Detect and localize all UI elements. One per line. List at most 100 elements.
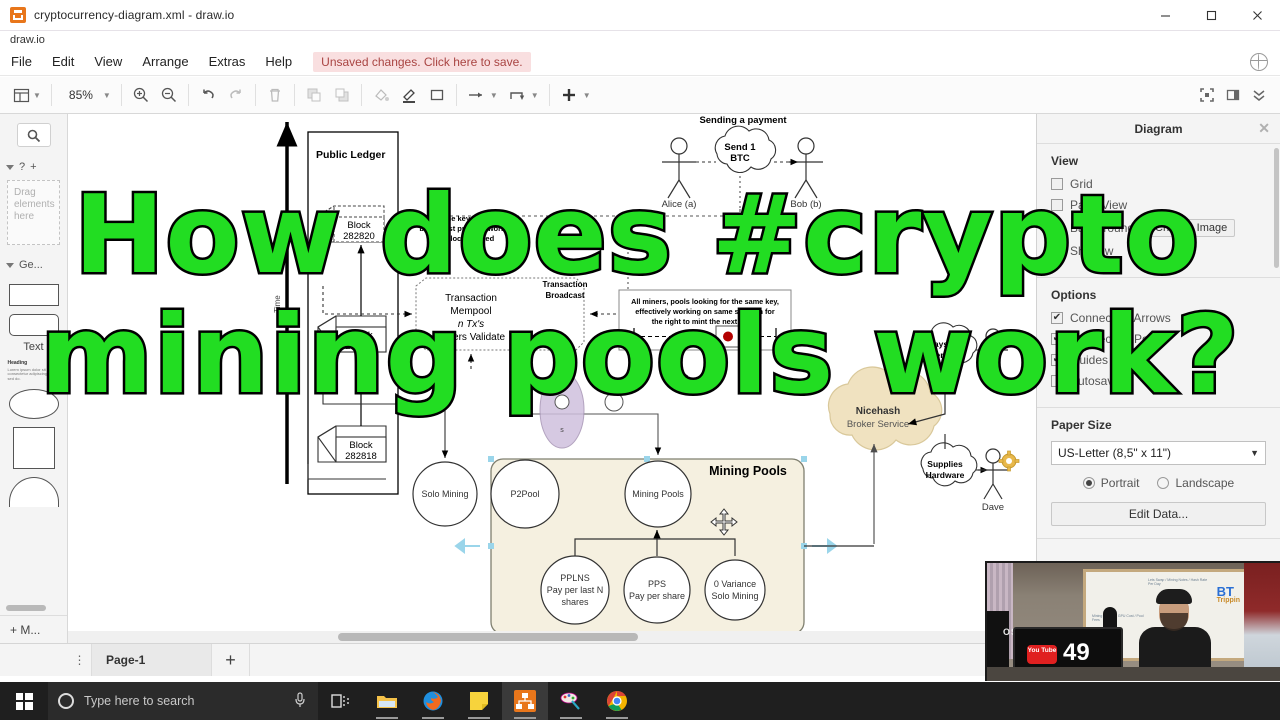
- square-shape[interactable]: [12, 427, 55, 469]
- diagram-canvas[interactable]: Time Public Ledger Block 282820 Block 28…: [68, 114, 1036, 643]
- windows-start-icon[interactable]: [0, 682, 48, 720]
- cortana-circle-icon[interactable]: [58, 693, 74, 709]
- radio-landscape[interactable]: Landscape: [1157, 476, 1234, 490]
- ellipse-shape[interactable]: [8, 389, 59, 419]
- heading-text-shape[interactable]: Heading Lorem ipsum dolor sit amet, cons…: [8, 361, 60, 381]
- scrollbar-thumb[interactable]: [338, 633, 638, 641]
- background-checkbox[interactable]: [1051, 222, 1063, 234]
- taskbar-app-icons: [318, 682, 640, 720]
- page-view-checkbox[interactable]: [1051, 199, 1063, 211]
- menu-arrange[interactable]: Arrange: [133, 51, 197, 72]
- heading-shape-body: Lorem ipsum dolor sit amet, consectetur …: [7, 366, 57, 381]
- radio-portrait[interactable]: Portrait: [1082, 476, 1140, 490]
- menu-edit[interactable]: Edit: [43, 51, 83, 72]
- layout-view-icon[interactable]: ▼: [8, 77, 46, 114]
- landscape-radio[interactable]: [1157, 477, 1170, 489]
- toolbar-divider: [50, 84, 52, 106]
- fullscreen-icon[interactable]: [1194, 77, 1220, 114]
- sidebar-scrollbar[interactable]: [6, 605, 46, 611]
- connection-points-checkbox[interactable]: ✔: [1051, 333, 1063, 345]
- checkbox-row-grid[interactable]: Grid: [1051, 177, 1266, 191]
- cloud-supplies-hardware: Supplies Hardware: [920, 442, 978, 487]
- waypoint-icon[interactable]: ▼: [503, 77, 544, 114]
- microphone-icon[interactable]: [294, 691, 308, 711]
- menu-help[interactable]: Help: [256, 51, 301, 72]
- send-to-back-icon[interactable]: [328, 77, 356, 114]
- page-tab-page-1[interactable]: Page-1: [92, 644, 212, 676]
- text-shape-label[interactable]: Text: [0, 341, 67, 353]
- canvas-horizontal-scrollbar[interactable]: [68, 631, 1036, 643]
- actor-bob-label: Bob (b): [790, 199, 821, 210]
- zoom-out-icon[interactable]: [155, 77, 183, 114]
- autosave-checkbox[interactable]: [1051, 375, 1063, 387]
- checkbox-row-connection-arrows[interactable]: ✔ Connection Arrows: [1051, 311, 1266, 325]
- checkbox-row-shadow[interactable]: Shadow: [1051, 244, 1266, 258]
- scratchpad-help-icon[interactable]: ?: [19, 161, 25, 173]
- block-282819: Block 282819: [317, 315, 387, 353]
- maximize-icon[interactable]: [1188, 0, 1234, 31]
- file-explorer-icon[interactable]: [364, 682, 410, 720]
- page-menu-icon[interactable]: ⋮: [68, 644, 92, 676]
- guides-checkbox[interactable]: ✔: [1051, 354, 1063, 366]
- format-panel-scrollbar[interactable]: [1274, 148, 1279, 268]
- bring-to-front-icon[interactable]: [300, 77, 328, 114]
- svg-text:Pay per last N: Pay per last N: [547, 585, 604, 595]
- unsaved-changes-notice[interactable]: Unsaved changes. Click here to save.: [313, 51, 531, 72]
- checkbox-row-guides[interactable]: ✔ Guides: [1051, 353, 1266, 367]
- svg-text:Service: Service: [930, 350, 961, 360]
- minimize-icon[interactable]: [1142, 0, 1188, 31]
- chrome-icon[interactable]: [594, 682, 640, 720]
- rounded-rectangle-shape[interactable]: [8, 314, 59, 336]
- edit-data-button[interactable]: Edit Data...: [1051, 502, 1266, 526]
- checkbox-row-connection-points[interactable]: ✔ Connection Points: [1051, 332, 1266, 346]
- connection-arrows-checkbox[interactable]: ✔: [1051, 312, 1063, 324]
- portrait-label: Portrait: [1100, 476, 1140, 490]
- shape-search-icon[interactable]: [16, 123, 51, 147]
- shadow-checkbox[interactable]: [1051, 245, 1063, 257]
- add-page-button[interactable]: +: [212, 644, 250, 676]
- drawio-icon[interactable]: [502, 682, 548, 720]
- svg-text:0 Variance: 0 Variance: [714, 579, 756, 589]
- water-cooler: [1244, 563, 1280, 681]
- redo-icon[interactable]: [222, 77, 250, 114]
- close-icon[interactable]: ✕: [1258, 120, 1270, 137]
- semicircle-shape[interactable]: [8, 477, 59, 507]
- toggle-format-panel-icon[interactable]: [1220, 77, 1246, 114]
- firefox-icon[interactable]: [410, 682, 456, 720]
- menu-extras[interactable]: Extras: [200, 51, 255, 72]
- portrait-radio[interactable]: [1082, 477, 1095, 489]
- menu-view[interactable]: View: [85, 51, 131, 72]
- scratchpad-dropzone[interactable]: Drag elements here: [7, 180, 60, 245]
- scratchpad-section-header[interactable]: ? +: [0, 156, 67, 178]
- rectangle-shape[interactable]: [8, 284, 59, 306]
- sticky-notes-icon[interactable]: [456, 682, 502, 720]
- globe-icon[interactable]: [1250, 52, 1268, 71]
- line-color-icon[interactable]: [395, 77, 423, 114]
- zoom-level-button[interactable]: 85% ▼: [57, 77, 116, 114]
- undo-icon[interactable]: [194, 77, 222, 114]
- taskbar-search-box[interactable]: Type here to search: [48, 682, 318, 720]
- checkbox-row-page-view[interactable]: Page View: [1051, 198, 1266, 212]
- paint-net-icon[interactable]: [548, 682, 594, 720]
- cryptocurrency-diagram[interactable]: Time Public Ledger Block 282820 Block 28…: [68, 114, 1036, 643]
- shape-outline-icon[interactable]: [423, 77, 451, 114]
- more-shapes-button[interactable]: + M...: [0, 615, 67, 643]
- fill-color-icon[interactable]: [367, 77, 395, 114]
- menu-file[interactable]: File: [2, 51, 41, 72]
- paper-size-select[interactable]: US-Letter (8,5" x 11") ▼: [1051, 441, 1266, 465]
- scratchpad-add-icon[interactable]: +: [30, 161, 36, 173]
- insert-plus-icon[interactable]: ▼: [555, 77, 596, 114]
- checkbox-row-autosave[interactable]: Autosave: [1051, 374, 1266, 388]
- checkbox-row-background[interactable]: Background Change Image: [1051, 219, 1266, 237]
- general-section-header[interactable]: Ge...: [0, 254, 67, 276]
- left-shape-sidebar: ? + Drag elements here Ge... Text Headin…: [0, 114, 68, 643]
- task-view-icon[interactable]: [318, 682, 364, 720]
- trash-icon[interactable]: [261, 77, 289, 114]
- grid-checkbox[interactable]: [1051, 178, 1063, 190]
- chevron-double-down-icon[interactable]: [1246, 77, 1272, 114]
- connection-arrow-icon[interactable]: ▼: [462, 77, 503, 114]
- close-icon[interactable]: [1234, 0, 1280, 31]
- svg-text:Supplies: Supplies: [927, 459, 963, 469]
- change-image-button[interactable]: Change Image: [1147, 219, 1236, 237]
- zoom-in-icon[interactable]: [127, 77, 155, 114]
